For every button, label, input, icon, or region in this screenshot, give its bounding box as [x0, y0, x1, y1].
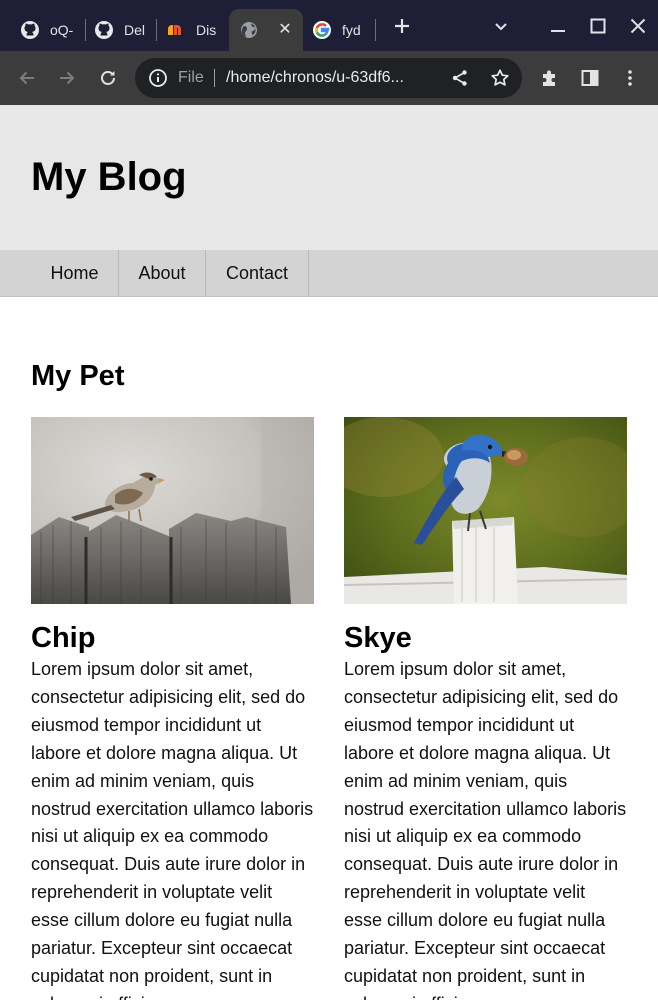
- reload-icon: [101, 71, 115, 85]
- forward-button[interactable]: [53, 64, 81, 92]
- maximize-icon: [590, 18, 606, 34]
- nav-link-contact[interactable]: Contact: [206, 250, 309, 296]
- site-header: My Blog: [0, 105, 658, 250]
- minimize-button[interactable]: [544, 12, 572, 40]
- nav-link-home[interactable]: Home: [31, 250, 119, 296]
- close-icon: [630, 18, 646, 34]
- pet-description: Lorem ipsum dolor sit amet, consectetur …: [344, 659, 627, 1000]
- maximize-button[interactable]: [584, 12, 612, 40]
- nav-link-about[interactable]: About: [119, 250, 206, 296]
- browser-toolbar: File /home/chronos/u-63df6...: [0, 51, 658, 105]
- chevron-down-icon: [495, 23, 507, 31]
- tab-site-icon: [166, 20, 186, 40]
- tab-2-label: Del: [124, 22, 146, 38]
- tab-divider: [156, 19, 157, 41]
- tab-divider: [85, 19, 86, 41]
- side-panel-icon: [581, 70, 599, 86]
- kebab-menu-icon: [628, 70, 632, 86]
- url-scheme-label: File: [178, 69, 204, 86]
- extensions-button[interactable]: [536, 64, 564, 92]
- address-bar[interactable]: File /home/chronos/u-63df6...: [135, 58, 522, 98]
- plus-icon: [395, 19, 409, 33]
- reload-button[interactable]: [94, 64, 122, 92]
- close-window-button[interactable]: [624, 12, 652, 40]
- info-icon[interactable]: [148, 68, 168, 88]
- pet-card-chip: Chip Lorem ipsum dolor sit amet, consect…: [31, 417, 314, 1000]
- bookmark-star-icon[interactable]: [490, 68, 510, 88]
- pet-card-skye: Skye Lorem ipsum dolor sit amet, consect…: [344, 417, 627, 1000]
- pet-name: Chip: [31, 622, 96, 654]
- puzzle-icon: [543, 70, 555, 86]
- tab-1[interactable]: oQ-: [10, 9, 82, 51]
- side-panel-button[interactable]: [576, 64, 604, 92]
- site-title: My Blog: [31, 155, 187, 199]
- arrow-right-icon: [60, 71, 75, 85]
- tab-5[interactable]: fyd: [306, 9, 372, 51]
- site-nav: Home About Contact: [0, 250, 658, 297]
- pet-description: Lorem ipsum dolor sit amet, consectetur …: [31, 659, 314, 1000]
- tab-1-label: oQ-: [50, 22, 74, 38]
- share-icon[interactable]: [450, 68, 470, 88]
- browser-tab-strip: oQ- Del Dis ✕ fyd: [0, 0, 658, 51]
- close-icon[interactable]: ✕: [275, 20, 295, 40]
- tab-3[interactable]: Dis: [160, 9, 226, 51]
- minimize-icon: [551, 30, 565, 32]
- arrow-left-icon: [19, 71, 34, 85]
- url-text[interactable]: /home/chronos/u-63df6...: [226, 58, 404, 98]
- tab-3-label: Dis: [196, 22, 217, 38]
- tab-4-active[interactable]: ✕: [229, 9, 303, 51]
- sparrow-photo: [31, 417, 314, 604]
- tab-divider: [375, 19, 376, 41]
- pet-name: Skye: [344, 622, 412, 654]
- tab-5-label: fyd: [342, 22, 361, 38]
- google-icon: [312, 20, 332, 40]
- new-tab-button[interactable]: [388, 12, 416, 40]
- back-button[interactable]: [13, 64, 41, 92]
- github-icon: [94, 20, 114, 40]
- tab-2[interactable]: Del: [88, 9, 154, 51]
- tab-search-button[interactable]: [487, 12, 515, 40]
- menu-button[interactable]: [616, 64, 644, 92]
- globe-icon: [239, 20, 259, 40]
- github-icon: [20, 20, 40, 40]
- omnibox-divider: [214, 69, 215, 87]
- blue-jay-photo: [344, 417, 627, 604]
- section-title: My Pet: [31, 360, 125, 392]
